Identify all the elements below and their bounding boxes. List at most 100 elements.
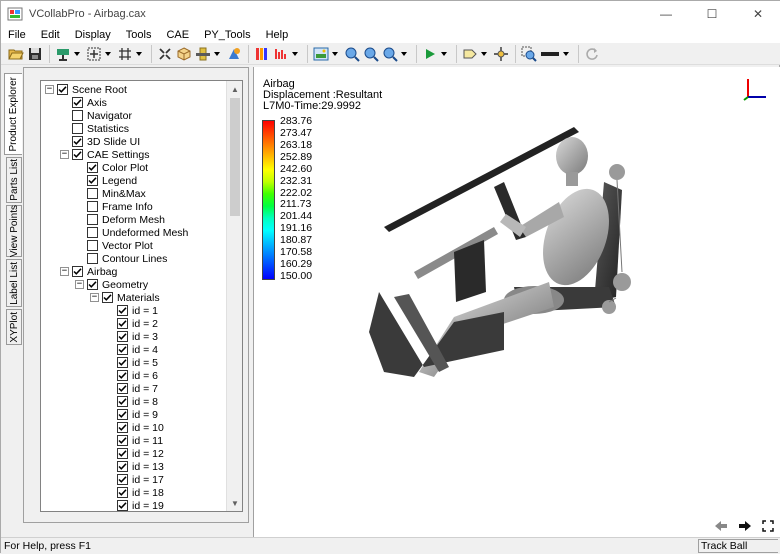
menu-py-tools[interactable]: PY_Tools (197, 27, 258, 43)
line-style-icon[interactable] (539, 45, 561, 63)
play-icon[interactable] (421, 45, 439, 63)
tree-item[interactable]: Undeformed Mesh (87, 226, 188, 239)
tree-item[interactable]: id = 4 (117, 343, 158, 356)
tree-checkbox[interactable] (87, 188, 98, 199)
collapse-icon[interactable]: − (90, 293, 99, 302)
tree-checkbox[interactable] (117, 305, 128, 316)
play-dropdown[interactable] (440, 45, 448, 63)
tree-item[interactable]: id = 12 (117, 447, 164, 460)
back-arrow-icon[interactable] (714, 520, 728, 532)
tree-item[interactable]: id = 3 (117, 330, 158, 343)
tree-item[interactable]: id = 8 (117, 395, 158, 408)
tree-checkbox[interactable] (117, 435, 128, 446)
menu-edit[interactable]: Edit (34, 27, 68, 43)
tree-item[interactable]: Deform Mesh (87, 213, 165, 226)
line-style-dropdown[interactable] (562, 45, 570, 63)
legend-scale-icon[interactable] (272, 45, 290, 63)
grid-icon[interactable] (116, 45, 134, 63)
tree-checkbox[interactable] (117, 474, 128, 485)
collapse-icon[interactable]: − (60, 150, 69, 159)
tree-checkbox[interactable] (87, 240, 98, 251)
model-view-dropdown[interactable] (73, 45, 81, 63)
tree-checkbox[interactable] (117, 383, 128, 394)
grid-dropdown[interactable] (135, 45, 143, 63)
tree-item[interactable]: id = 2 (117, 317, 158, 330)
tab-product-explorer[interactable]: Product Explorer (4, 73, 22, 155)
menu-display[interactable]: Display (68, 27, 119, 43)
tree-item[interactable]: Vector Plot (87, 239, 153, 252)
zoom-in-icon[interactable] (343, 45, 361, 63)
tree-item[interactable]: Axis (72, 96, 107, 109)
cube-icon[interactable] (175, 45, 193, 63)
tree-checkbox[interactable] (117, 344, 128, 355)
tree-item[interactable]: − Scene Root (45, 83, 127, 96)
tree-item[interactable]: id = 7 (117, 382, 158, 395)
tree-checkbox[interactable] (87, 201, 98, 212)
tree-checkbox[interactable] (102, 292, 113, 303)
tree-checkbox[interactable] (72, 149, 83, 160)
tree-item[interactable]: id = 17 (117, 473, 164, 486)
tree-checkbox[interactable] (87, 227, 98, 238)
tree-checkbox[interactable] (117, 396, 128, 407)
tree-item[interactable]: Frame Info (87, 200, 153, 213)
section-icon[interactable] (194, 45, 212, 63)
tree-checkbox[interactable] (117, 357, 128, 368)
tree-item[interactable]: 3D Slide UI (72, 135, 140, 148)
tree-checkbox[interactable] (72, 97, 83, 108)
color-plot-icon[interactable] (253, 45, 271, 63)
tree-item[interactable]: id = 1 (117, 304, 158, 317)
label-dropdown[interactable] (480, 45, 488, 63)
tree-checkbox[interactable] (87, 253, 98, 264)
fullscreen-icon[interactable] (762, 520, 774, 532)
tree-item[interactable]: Min&Max (87, 187, 146, 200)
save-icon[interactable] (26, 45, 44, 63)
tree-item[interactable]: id = 11 (117, 434, 163, 447)
3d-viewport[interactable]: Airbag Displacement :Resultant L7M0-Time… (253, 67, 780, 537)
tree-checkbox[interactable] (117, 422, 128, 433)
menu-help[interactable]: Help (259, 27, 297, 43)
tree-checkbox[interactable] (87, 214, 98, 225)
menu-cae[interactable]: CAE (159, 27, 197, 43)
label-icon[interactable] (461, 45, 479, 63)
menu-file[interactable]: File (1, 27, 34, 43)
tree-item[interactable]: Navigator (72, 109, 132, 122)
tab-parts-list[interactable]: Parts List (6, 157, 22, 203)
tree-checkbox[interactable] (117, 370, 128, 381)
zoom-area-icon[interactable] (520, 45, 538, 63)
close-button[interactable]: ✕ (735, 1, 780, 27)
section-dropdown[interactable] (213, 45, 221, 63)
shape-icon[interactable] (225, 45, 243, 63)
probe-icon[interactable] (492, 45, 510, 63)
tree-item[interactable]: Color Plot (87, 161, 148, 174)
tree-item[interactable]: id = 5 (117, 356, 158, 369)
tree-checkbox[interactable] (57, 84, 68, 95)
minimize-button[interactable]: — (643, 1, 689, 27)
tree-item[interactable]: id = 10 (117, 421, 164, 434)
tree-scrollbar[interactable]: ▲ ▼ (226, 81, 242, 511)
fit-view-icon[interactable] (85, 45, 103, 63)
collapse-icon[interactable]: − (45, 85, 54, 94)
model-view-icon[interactable] (54, 45, 72, 63)
tree-item[interactable]: − Geometry (75, 278, 148, 291)
tree-item[interactable]: Statistics (72, 122, 129, 135)
explode-icon[interactable] (156, 45, 174, 63)
tab-xyplot[interactable]: XYPlot (6, 309, 22, 345)
tree-checkbox[interactable] (72, 136, 83, 147)
tree-checkbox[interactable] (117, 500, 128, 511)
menu-tools[interactable]: Tools (119, 27, 160, 43)
zoom-window-icon[interactable] (381, 45, 399, 63)
tree-checkbox[interactable] (117, 448, 128, 459)
tree-item[interactable]: id = 13 (117, 460, 164, 473)
tree-checkbox[interactable] (117, 318, 128, 329)
tree-item[interactable]: − Materials (90, 291, 160, 304)
tree-checkbox[interactable] (87, 175, 98, 186)
tree-checkbox[interactable] (72, 110, 83, 121)
fit-view-dropdown[interactable] (104, 45, 112, 63)
zoom-out-icon[interactable] (362, 45, 380, 63)
tree-item[interactable]: id = 19 (117, 499, 164, 511)
open-folder-icon[interactable] (7, 45, 25, 63)
image-view-dropdown[interactable] (331, 45, 339, 63)
tab-label-list[interactable]: Label List (6, 259, 22, 307)
legend-scale-dropdown[interactable] (291, 45, 299, 63)
image-view-icon[interactable] (312, 45, 330, 63)
